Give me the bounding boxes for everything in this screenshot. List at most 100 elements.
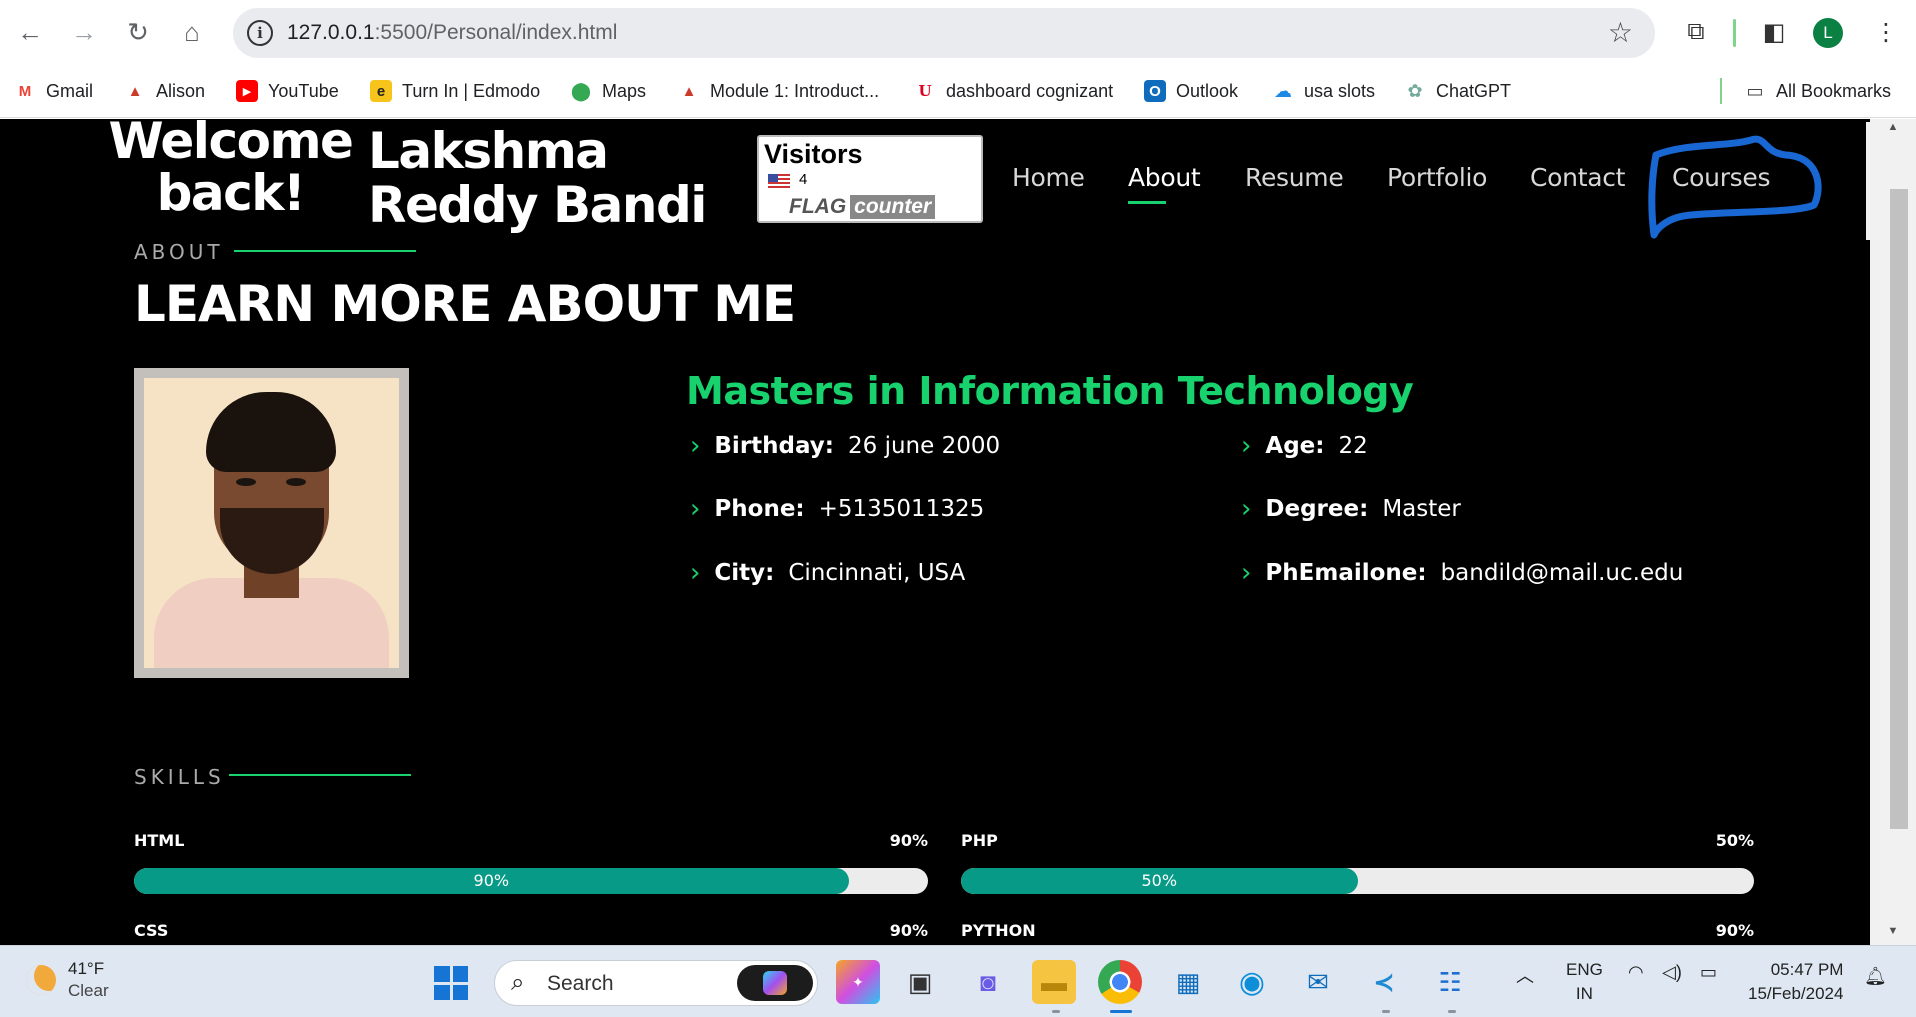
flag-counter-brand-flag: FLAG [789, 195, 847, 218]
detail-city: › City: Cincinnati, USA [690, 558, 965, 588]
bookmark-edmodo[interactable]: e Turn In | Edmodo [370, 76, 540, 106]
bookmark-label: Outlook [1176, 80, 1239, 101]
bookmark-chatgpt[interactable]: ✿ ChatGPT [1404, 76, 1511, 106]
about-section-label: ABOUT [134, 240, 224, 264]
profile-avatar[interactable]: L [1813, 18, 1843, 48]
running-indicator [1382, 1010, 1390, 1013]
microsoft-store-icon[interactable]: ▦ [1166, 960, 1210, 1004]
weather-widget[interactable]: 41°F Clear [26, 958, 109, 1002]
chevron-right-icon: › [690, 494, 701, 524]
bookmark-label: Maps [602, 80, 647, 101]
search-placeholder: Search [547, 972, 614, 995]
detail-key: Degree: [1265, 496, 1369, 522]
detail-value: Master [1382, 496, 1461, 522]
notepad-icon[interactable]: ☷ [1428, 960, 1472, 1004]
scroll-thumb[interactable] [1890, 189, 1908, 829]
side-panel-icon[interactable]: ◧ [1756, 14, 1792, 50]
nav-contact[interactable]: Contact [1530, 163, 1625, 192]
teams-icon[interactable]: ◙ [966, 960, 1010, 1004]
copilot-pre-icon[interactable]: ✦ [836, 960, 880, 1004]
taskbar-search[interactable]: ⌕ Search [494, 960, 818, 1006]
bookmark-star-icon[interactable]: ☆ [1608, 16, 1633, 49]
detail-phone: › Phone: +5135011325 [690, 494, 984, 524]
scroll-up-icon[interactable]: ▲ [1870, 121, 1916, 137]
gmail-icon: M [18, 82, 32, 100]
detail-value: 26 june 2000 [848, 433, 1001, 459]
nav-portfolio[interactable]: Portfolio [1387, 163, 1487, 192]
task-view-icon[interactable]: ▣ [898, 960, 942, 1004]
bookmark-dashboard[interactable]: Udashboard cognizant [914, 76, 1113, 106]
portrait-image [144, 378, 399, 668]
page-scrollbar[interactable]: ▲ ▼ [1870, 119, 1916, 945]
chrome-icon[interactable] [1098, 960, 1142, 1004]
forward-icon[interactable]: → [66, 14, 102, 50]
photo-hair [206, 392, 336, 472]
skill-html-bar: 90% [134, 868, 928, 894]
bookmark-module[interactable]: ▲ Module 1: Introduct... [678, 76, 880, 106]
taskbar: 41°F Clear ⌕ Search ✦ ▣ ◙ ▬ ▦ ◉ ✉ ≺ ☷ ︿ … [0, 945, 1916, 1017]
copilot-icon[interactable] [737, 965, 813, 1001]
bookmark-gmail[interactable]: M Gmail [14, 76, 93, 106]
chevron-right-icon: › [1241, 494, 1252, 524]
about-subtitle: Masters in Information Technology [686, 369, 1414, 413]
system-clock[interactable]: 05:47 PM 15/Feb/2024 [1748, 958, 1843, 1006]
wifi-icon[interactable]: ◠ [1628, 962, 1644, 983]
annotation-scribble [1648, 135, 1822, 239]
extensions-icon[interactable]: ⧉ [1678, 14, 1714, 50]
chatgpt-icon: ✿ [1407, 80, 1423, 101]
menu-dots-icon[interactable]: ⋮ [1868, 14, 1904, 50]
file-explorer-icon[interactable]: ▬ [1032, 960, 1076, 1004]
reload-icon[interactable]: ↻ [120, 14, 156, 50]
running-indicator-active [1110, 1010, 1132, 1013]
tray-chevron-up-icon[interactable]: ︿ [1516, 962, 1534, 988]
site-owner-name[interactable]: Lakshma Reddy Bandi [368, 124, 728, 232]
skill-php-bar: 50% [961, 868, 1754, 894]
detail-key: Phone: [714, 496, 805, 522]
alison-icon: ▲ [681, 82, 697, 100]
photo-beard [220, 508, 324, 574]
flag-counter-brand-counter: counter [850, 195, 936, 219]
bookmark-label: ChatGPT [1436, 80, 1512, 101]
windows-start-icon[interactable] [434, 966, 468, 1000]
battery-icon[interactable]: ▭ [1700, 962, 1717, 983]
url-path: :5500/Personal/index.html [374, 21, 618, 44]
weather-desc: Clear [68, 981, 109, 1000]
clock-date: 15/Feb/2024 [1748, 984, 1844, 1003]
visitor-counter-title: Visitors [764, 139, 863, 169]
chevron-right-icon: › [690, 558, 701, 588]
skills-section-label: SKILLS [134, 765, 225, 789]
cloud-icon: ☁ [1274, 80, 1292, 101]
visitor-counter-widget[interactable]: Visitors 4 FLAG counter [757, 135, 983, 223]
skill-php-percent: 50% [1715, 831, 1754, 850]
notification-bell-icon[interactable]: 🔔︎ [1864, 966, 1887, 987]
volume-icon[interactable]: ◁) [1662, 962, 1682, 983]
address-url[interactable]: 127.0.0.1:5500/Personal/index.html [287, 21, 617, 45]
weather-temp: 41°F [68, 959, 105, 978]
bookmark-maps[interactable]: ⬤ Maps [570, 76, 646, 106]
bookmark-outlook[interactable]: O Outlook [1144, 76, 1238, 106]
scroll-down-icon[interactable]: ▼ [1870, 925, 1916, 941]
edge-icon[interactable]: ◉ [1230, 960, 1274, 1004]
mail-icon[interactable]: ✉ [1296, 960, 1340, 1004]
all-bookmarks[interactable]: ▭ All Bookmarks [1744, 76, 1891, 106]
about-heading: LEARN MORE ABOUT ME [134, 275, 796, 333]
bookmark-usa-slots[interactable]: ☁ usa slots [1272, 76, 1375, 106]
skill-html-fill: 90% [134, 868, 849, 894]
back-icon[interactable]: ← [12, 14, 48, 50]
bookmark-label: Alison [156, 80, 206, 101]
language-indicator[interactable]: ENG IN [1566, 958, 1603, 1006]
nav-about[interactable]: About [1128, 163, 1201, 204]
bookmarks-bar: M Gmail ▲ Alison ▶ YouTube e Turn In | Edmod… [0, 66, 1916, 118]
page-viewport: Welcome back! Lakshma Reddy Bandi Visito… [0, 119, 1870, 945]
site-info-icon[interactable]: i [247, 20, 273, 46]
address-bar[interactable]: i 127.0.0.1:5500/Personal/index.html ☆ [233, 8, 1655, 58]
youtube-icon: ▶ [236, 80, 258, 102]
vscode-icon[interactable]: ≺ [1362, 960, 1406, 1004]
skill-php-name: PHP [961, 831, 998, 850]
skill-html-percent: 90% [889, 831, 928, 850]
bookmark-alison[interactable]: ▲ Alison [124, 76, 205, 106]
nav-resume[interactable]: Resume [1245, 163, 1344, 192]
nav-home[interactable]: Home [1012, 163, 1085, 192]
bookmark-youtube[interactable]: ▶ YouTube [236, 76, 339, 106]
home-icon[interactable]: ⌂ [174, 14, 210, 50]
